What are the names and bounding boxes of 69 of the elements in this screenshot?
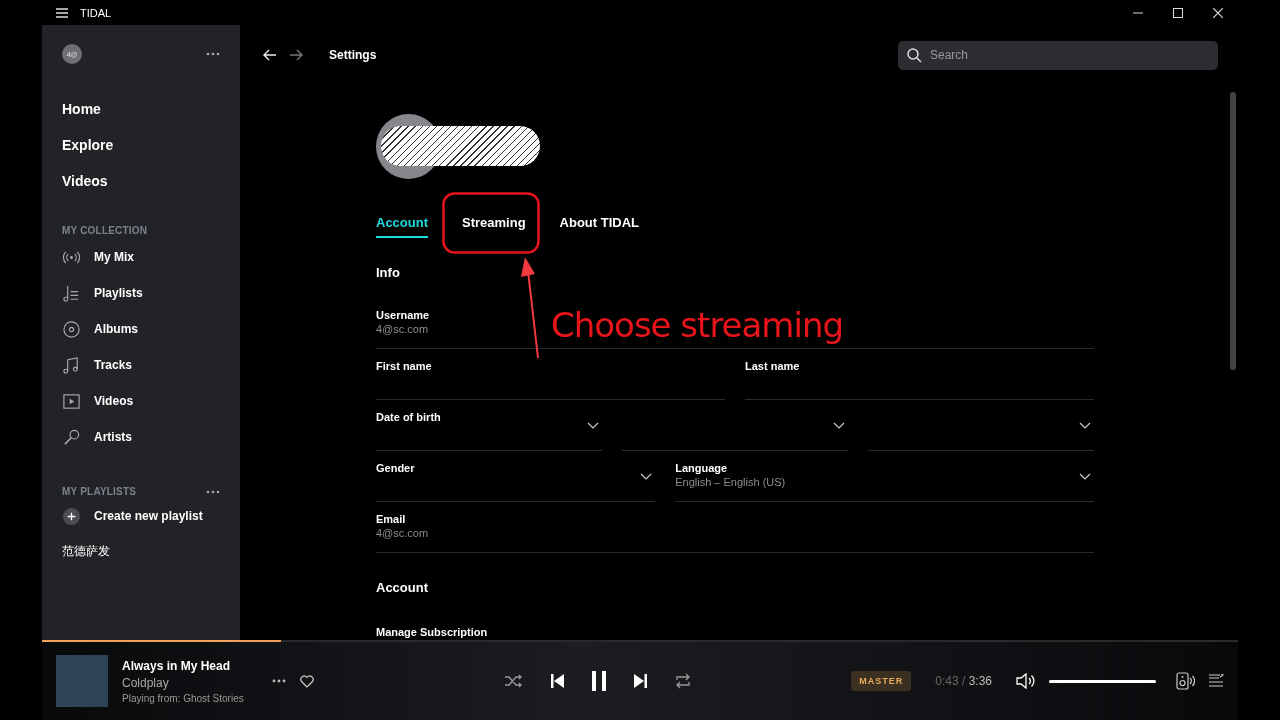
nav-link[interactable]: Videos bbox=[62, 172, 220, 190]
section-heading: MY PLAYLISTS bbox=[62, 486, 137, 497]
page-title: Settings bbox=[329, 48, 377, 62]
manage-subscription-link[interactable]: Manage Subscription bbox=[376, 626, 1094, 638]
create-playlist-link[interactable]: Create new playlist bbox=[94, 509, 203, 523]
dropdown-field[interactable]: Gender bbox=[376, 451, 656, 502]
collection-link[interactable]: Playlists bbox=[94, 286, 143, 300]
text-field[interactable]: Email 4@sc.com bbox=[376, 513, 429, 539]
search-icon bbox=[907, 47, 922, 63]
playing-from-label: Playing from: bbox=[122, 692, 181, 704]
album-link[interactable]: Ghost Stories bbox=[183, 692, 244, 704]
volume-icon[interactable] bbox=[1016, 673, 1035, 689]
back-arrow-icon[interactable] bbox=[263, 49, 277, 61]
next-icon[interactable] bbox=[633, 674, 647, 688]
text-field[interactable]: Last name bbox=[745, 360, 800, 372]
tab[interactable]: Account bbox=[376, 215, 428, 238]
speaker-icon[interactable] bbox=[1176, 672, 1195, 690]
forward-arrow-icon[interactable] bbox=[289, 49, 303, 61]
collection-link[interactable]: Albums bbox=[94, 322, 138, 336]
text-field[interactable]: Username 4@sc.com bbox=[376, 309, 430, 335]
search-field[interactable]: Search bbox=[898, 40, 1218, 70]
plus-icon[interactable] bbox=[62, 506, 81, 526]
more-icon[interactable] bbox=[206, 52, 220, 56]
menu-icon[interactable] bbox=[56, 7, 68, 18]
dropdown-field[interactable]: Language English – English (US) bbox=[675, 451, 1094, 502]
annotation-text: Choose streaming bbox=[551, 305, 844, 345]
chevron-down-icon bbox=[1079, 472, 1091, 480]
nav-link[interactable]: Explore bbox=[62, 136, 220, 154]
playlist-icon bbox=[62, 283, 81, 303]
microphone-icon bbox=[62, 427, 81, 447]
pause-icon[interactable] bbox=[591, 671, 606, 691]
more-icon[interactable] bbox=[272, 679, 286, 683]
collection-link[interactable]: My Mix bbox=[94, 250, 134, 264]
section-heading: Info bbox=[376, 265, 401, 280]
album-cover-placeholder bbox=[56, 655, 108, 707]
app-title: TIDAL bbox=[80, 6, 112, 19]
playlist-link[interactable]: 范德萨发 bbox=[62, 543, 220, 560]
quality-badge: MASTER bbox=[851, 671, 912, 691]
close-icon[interactable] bbox=[1213, 7, 1223, 18]
chevron-down-icon bbox=[640, 472, 653, 480]
video-icon bbox=[62, 391, 81, 411]
dropdown-field[interactable]: Date of birth bbox=[376, 400, 602, 451]
volume-slider-fill[interactable] bbox=[1049, 679, 1156, 683]
chevron-down-icon bbox=[1079, 421, 1091, 429]
track-title[interactable]: Always in My Head bbox=[122, 658, 258, 673]
disc-icon bbox=[62, 319, 81, 339]
repeat-icon[interactable] bbox=[674, 673, 691, 689]
text-field[interactable]: First name bbox=[376, 360, 432, 372]
artist-name[interactable]: Coldplay bbox=[122, 675, 258, 690]
section-heading: Account bbox=[376, 580, 429, 595]
chevron-down-icon bbox=[833, 421, 845, 429]
track-duration: 3:36 bbox=[968, 674, 992, 688]
previous-icon[interactable] bbox=[550, 674, 564, 688]
queue-icon[interactable] bbox=[1209, 674, 1224, 688]
collection-link[interactable]: Videos bbox=[94, 394, 134, 408]
time-separator: / bbox=[961, 674, 966, 688]
scrollbar-thumb[interactable] bbox=[1230, 92, 1236, 370]
elapsed-time: 0:43 bbox=[935, 674, 959, 688]
section-heading: MY COLLECTION bbox=[62, 225, 149, 236]
nav-link[interactable]: Home bbox=[62, 100, 220, 118]
collection-link[interactable]: Tracks bbox=[94, 358, 133, 372]
maximize-icon[interactable] bbox=[1173, 7, 1183, 18]
heart-icon[interactable] bbox=[300, 674, 314, 688]
chevron-down-icon bbox=[587, 421, 599, 429]
tab[interactable]: About TIDAL bbox=[559, 215, 639, 238]
shuffle-icon[interactable] bbox=[504, 674, 523, 688]
collection-link[interactable]: Artists bbox=[94, 430, 132, 444]
music-note-icon bbox=[62, 355, 81, 375]
more-icon[interactable] bbox=[206, 489, 220, 494]
